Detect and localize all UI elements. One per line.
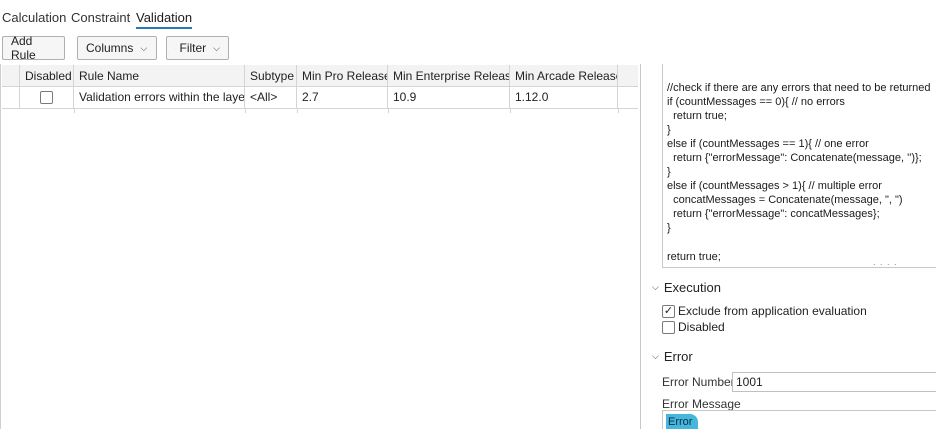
code-line: return true; [667, 251, 721, 263]
row-header[interactable] [2, 87, 20, 109]
grid-divider [510, 109, 511, 113]
properties-panel: //check if there are any errors that nee… [650, 64, 936, 429]
column-header-min-pro-release[interactable]: Min Pro Release [297, 65, 388, 87]
disabled-label: Disabled [678, 320, 725, 334]
add-rule-button[interactable]: Add Rule [2, 34, 65, 62]
tab-bar: Calculation Constraint Validation [0, 0, 936, 34]
columns-dropdown[interactable]: Columns ⌵ [77, 36, 157, 60]
disabled-option[interactable]: Disabled [662, 320, 725, 334]
tab-validation[interactable]: Validation [136, 10, 193, 29]
code-line: concatMessages = Concatenate(message, ",… [667, 194, 903, 206]
tab-label: Calculation [2, 10, 67, 25]
row-header-corner [2, 65, 20, 87]
column-header-disabled[interactable]: Disabled [20, 65, 74, 87]
cell-min-arcade-release[interactable]: 1.12.0 [510, 87, 618, 108]
grid-header: Disabled Rule Name Subtype Min Pro Relea… [2, 65, 638, 87]
grid-divider [388, 109, 389, 113]
tab-label: Validation [136, 10, 193, 25]
cell-min-pro-release[interactable]: 2.7 [297, 87, 388, 108]
execution-title: Execution [663, 280, 721, 295]
filter-dropdown[interactable]: Filter ⌵ [166, 36, 229, 60]
cell-disabled [20, 87, 74, 108]
columns-label: Columns [86, 41, 134, 55]
disabled-checkbox[interactable] [40, 91, 53, 104]
chevron-down-icon: ⌵ [652, 351, 659, 361]
error-number-label: Error Number [662, 375, 735, 389]
column-header-min-arcade-release[interactable]: Min Arcade Release [510, 65, 618, 87]
code-line: else if (countMessages == 1){ // one err… [667, 138, 869, 150]
expression-editor[interactable]: //check if there are any errors that nee… [662, 64, 936, 268]
tab-label: Constraint [71, 10, 131, 25]
code-line: return {"errorMessage": Concatenate(mess… [667, 152, 922, 164]
cell-rule-name[interactable]: Validation errors within the layer [74, 87, 245, 108]
error-message-label: Error Message [662, 397, 741, 411]
error-section-header[interactable]: ⌵ Error [652, 349, 693, 364]
error-message-field[interactable]: Error [662, 410, 936, 429]
exclude-option[interactable]: ✓ Exclude from application evaluation [662, 304, 867, 318]
grid-divider [618, 109, 619, 113]
error-message-value: Error [666, 414, 699, 429]
panel-splitter[interactable] [640, 64, 641, 429]
code-line: return {"errorMessage": concatMessages}; [667, 208, 880, 220]
grid-divider [74, 109, 75, 113]
grid-divider [297, 109, 298, 113]
error-title: Error [663, 349, 693, 364]
toolbar: Add Rule Columns ⌵ Filter ⌵ [0, 34, 640, 62]
left-border [0, 64, 1, 429]
code-line: if (countMessages == 0){ // no errors [667, 96, 845, 108]
cell-subtype[interactable]: <All> [245, 87, 297, 108]
code-line: else if (countMessages > 1){ // multiple… [667, 180, 882, 192]
code-line: return true; [667, 110, 727, 122]
error-number-field[interactable]: 1001 [732, 372, 936, 392]
chevron-down-icon: ⌵ [213, 42, 220, 53]
column-header-min-enterprise-release[interactable]: Min Enterprise Release [388, 65, 510, 87]
active-tab-indicator [136, 27, 193, 29]
disabled-checkbox[interactable] [662, 320, 675, 334]
column-header-rule-name[interactable]: Rule Name [74, 65, 245, 87]
tab-constraint[interactable]: Constraint [71, 10, 130, 25]
tab-calculation[interactable]: Calculation [2, 10, 66, 25]
resize-grip[interactable]: . . . . [873, 257, 898, 267]
code-line: } [667, 222, 671, 234]
grid-divider [245, 109, 246, 113]
cell-min-enterprise-release[interactable]: 10.9 [388, 87, 510, 108]
table-row[interactable]: Validation errors within the layer <All>… [2, 87, 638, 109]
code-line: //check if there are any errors that nee… [667, 82, 931, 94]
chevron-down-icon: ⌵ [140, 42, 148, 53]
column-header-subtype[interactable]: Subtype [245, 65, 297, 87]
chevron-down-icon: ⌵ [652, 282, 659, 292]
code-line: } [667, 124, 671, 136]
execution-section-header[interactable]: ⌵ Execution [652, 280, 721, 295]
add-rule-label: Add Rule [11, 34, 36, 62]
exclude-label: Exclude from application evaluation [678, 304, 867, 318]
filter-icon [175, 47, 176, 49]
filter-label: Filter [179, 41, 207, 55]
code-line: } [667, 166, 671, 178]
exclude-checkbox[interactable]: ✓ [662, 304, 675, 318]
